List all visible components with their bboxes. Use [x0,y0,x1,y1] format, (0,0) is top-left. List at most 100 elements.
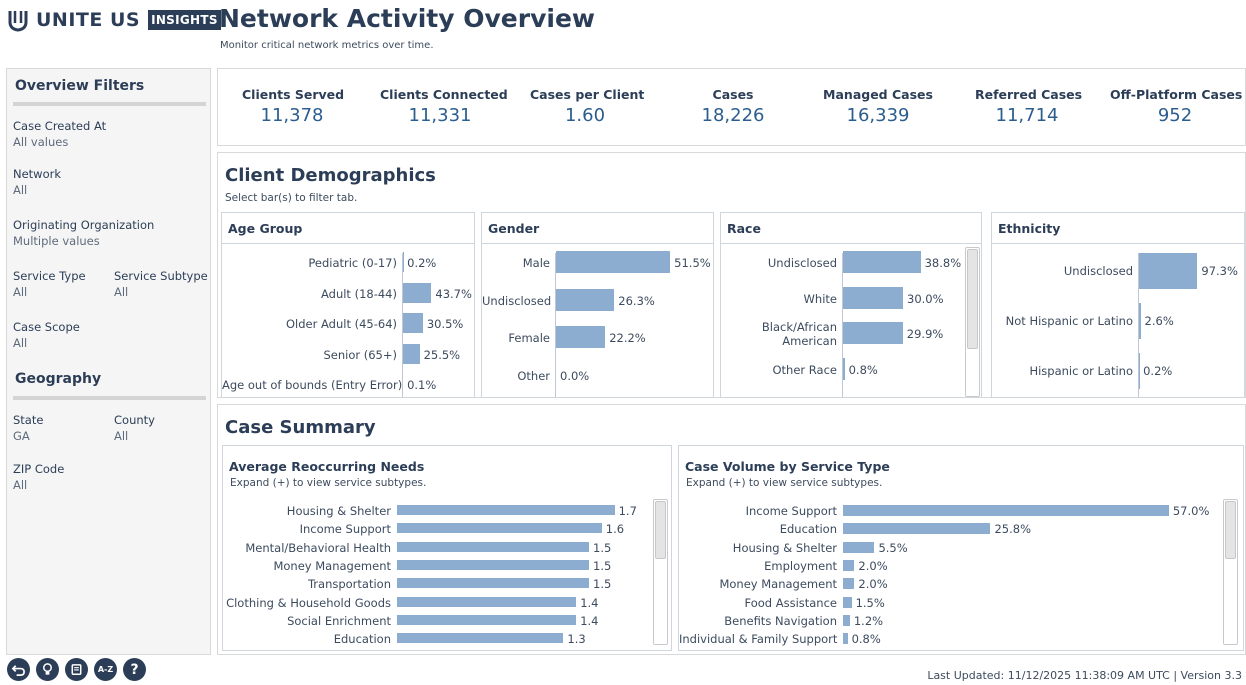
needs-category-label: Social Enrichment [287,613,391,628]
volume-bar[interactable] [843,559,855,571]
volume-value-label: 1.5% [855,595,885,610]
volume-category-label: Individual & Family Support [679,632,838,647]
race-bar[interactable] [843,322,903,344]
kpi-label: Clients Served [242,87,345,102]
ethnicity-chart[interactable]: Ethnicity Undisclosed 97.3% Not Hispanic o… [991,212,1245,398]
gender-bar[interactable] [556,288,615,311]
chart-title: Case Volume by Service Type [685,459,890,474]
kpi-value: 11,714 [995,105,1059,126]
filter-value: All [114,429,129,443]
ethnicity-bar[interactable] [1139,303,1141,339]
volume-bar[interactable] [843,578,855,590]
volume-bar[interactable] [843,596,852,608]
race-scrollbar[interactable] [965,247,980,397]
gender-bar[interactable] [556,251,671,273]
needs-bar[interactable] [397,541,589,552]
needs-value-label: 1.6 [605,522,625,537]
unite-us-logo: UNITE US INSIGHTS [8,8,221,32]
age-category-label: Senior (65+) [323,347,397,362]
divider [992,243,1244,244]
case-created-filter[interactable]: Case Created At All values [13,118,106,150]
kpi-referred-cases: Referred Cases 11,714 [975,87,1083,126]
lightbulb-icon[interactable] [36,658,59,681]
chart-title: Ethnicity [998,221,1061,236]
ethnicity-value-label: 0.2% [1143,364,1173,378]
race-bar[interactable] [843,251,921,273]
volume-bar[interactable] [843,505,1169,516]
needs-bar[interactable] [397,523,602,534]
needs-bar[interactable] [397,559,589,570]
gender-bar[interactable] [556,326,606,348]
filter-value: All [114,285,129,299]
kpi-summary: Clients Served 11,378 Clients Connected … [217,68,1246,146]
age-category-label: Pediatric (0-17) [308,256,397,270]
service-type-filter[interactable]: Service Type All [13,268,86,300]
back-icon[interactable] [7,658,30,681]
kpi-cases: Cases 18,226 [688,87,778,126]
needs-bar[interactable] [397,578,589,589]
divider [222,243,474,244]
unite-us-logo-icon [8,11,28,32]
race-bar[interactable] [843,286,903,309]
age-bar[interactable] [403,343,420,364]
race-bar[interactable] [843,357,845,380]
network-filter[interactable]: Network All [13,166,61,198]
volume-bar[interactable] [843,523,991,535]
az-icon[interactable]: A-Z [94,658,117,681]
gender-chart[interactable]: Gender Male 51.5% Undisclosed 26.3% Female 22… [481,212,714,398]
race-category-label: Undisclosed [767,256,837,270]
needs-scrollbar[interactable] [653,499,668,645]
kpi-label: Cases [712,87,754,102]
race-value-label: 29.9% [906,327,944,341]
volume-bar[interactable] [843,614,850,626]
volume-bar[interactable] [843,541,875,553]
needs-category-label: Education [333,632,391,647]
chart-title: Average Reoccurring Needs [229,459,425,474]
needs-value-label: 1.5 [593,558,612,573]
needs-bar[interactable] [397,614,577,625]
state-filter[interactable]: State GA [13,412,43,444]
needs-category-label: Clothing & Household Goods [226,595,391,610]
case-volume-chart[interactable]: Case Volume by Service Type Expand (+) t… [678,445,1244,651]
ethnicity-category-label: Hispanic or Latino [1029,364,1133,378]
volume-bar[interactable] [843,633,848,645]
document-icon[interactable] [65,658,88,681]
age-bar[interactable] [403,313,423,333]
case-scope-filter[interactable]: Case Scope All [13,319,80,351]
scrollbar-thumb[interactable] [1225,501,1236,559]
scrollbar-thumb[interactable] [655,501,666,559]
race-chart[interactable]: Race Undisclosed 38.8% White 30.0% Black/Afr… [720,212,982,398]
volume-category-label: Employment [764,558,837,573]
section-subtitle: Select bar(s) to filter tab. [225,192,358,204]
avg-reoccurring-needs-chart[interactable]: Average Reoccurring Needs Expand (+) to … [222,445,672,651]
zip-code-filter[interactable]: ZIP Code All [13,461,64,493]
needs-bar[interactable] [397,633,564,644]
chart-title: Race [727,221,761,236]
needs-category-label: Transportation [307,577,391,592]
needs-bar[interactable] [397,505,615,515]
volume-value-label: 57.0% [1172,504,1210,518]
age-bar[interactable] [403,282,432,303]
needs-bar[interactable] [397,596,577,607]
scrollbar-thumb[interactable] [967,249,978,349]
originating-org-filter[interactable]: Originating Organization Multiple values [13,217,154,249]
volume-scrollbar[interactable] [1223,499,1238,645]
logo-text: UNITE US [36,9,141,31]
filter-label: Network [13,167,62,181]
service-subtype-filter[interactable]: Service Subtype All [114,268,208,300]
age-group-chart[interactable]: Age Group Pediatric (0-17) 0.2% Adult (18-… [221,212,475,398]
gender-category-label: Female [508,331,550,345]
gender-category-label: Undisclosed [482,293,552,308]
gender-value-label: 26.3% [618,293,655,308]
kpi-label: Referred Cases [975,87,1083,102]
county-filter[interactable]: County All [114,412,155,444]
help-icon[interactable]: ? [123,658,146,681]
ethnicity-bar[interactable] [1139,253,1198,289]
page-subtitle: Monitor critical network metrics over ti… [220,40,434,51]
page-title: Network Activity Overview [219,4,596,33]
gender-value-label: 51.5% [674,256,711,270]
race-value-label: 0.8% [848,362,878,377]
age-category-label: Age out of bounds (Entry Error) [222,378,403,392]
kpi-value: 1.60 [564,105,606,126]
filter-label: County [114,413,155,427]
